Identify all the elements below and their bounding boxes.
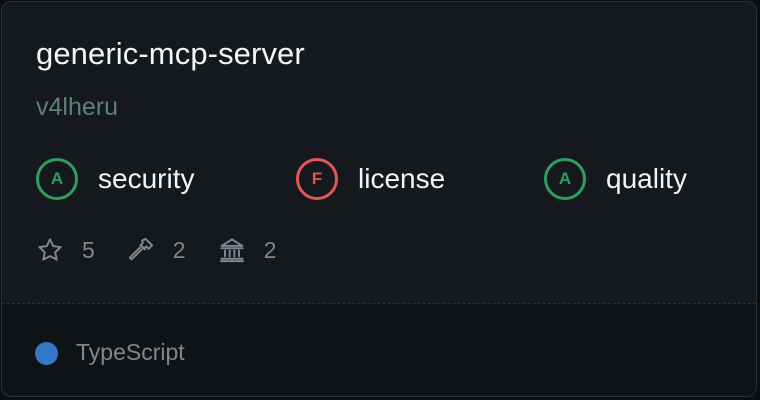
security-grade-badge: A bbox=[36, 158, 78, 200]
resources-stat: 2 bbox=[218, 236, 277, 264]
server-card[interactable]: generic-mcp-server v4lheru A security F … bbox=[1, 1, 757, 397]
server-owner[interactable]: v4lheru bbox=[36, 93, 118, 122]
hammer-icon bbox=[128, 237, 153, 261]
stats-row: 5 2 2 bbox=[36, 233, 308, 267]
resources-count: 2 bbox=[263, 236, 277, 263]
bank-icon bbox=[219, 238, 244, 263]
star-icon bbox=[38, 238, 62, 261]
tools-stat: 2 bbox=[127, 236, 186, 264]
license-grade-label: license bbox=[358, 163, 446, 194]
server-name[interactable]: generic-mcp-server bbox=[36, 36, 305, 72]
license-grade: F license bbox=[296, 157, 445, 201]
license-grade-badge: F bbox=[296, 158, 338, 200]
quality-grade-label: quality bbox=[606, 163, 687, 194]
tools-count: 2 bbox=[172, 236, 186, 263]
card-footer: TypeScript bbox=[2, 303, 756, 396]
security-grade-label: security bbox=[98, 163, 195, 194]
stars-count: 5 bbox=[82, 236, 95, 263]
quality-grade-badge: A bbox=[544, 158, 586, 200]
security-grade: A security bbox=[36, 157, 194, 201]
quality-grade: A quality bbox=[544, 157, 687, 201]
language-color-dot bbox=[35, 342, 58, 365]
stars-stat: 5 bbox=[36, 236, 95, 264]
language-name: TypeScript bbox=[76, 339, 185, 365]
